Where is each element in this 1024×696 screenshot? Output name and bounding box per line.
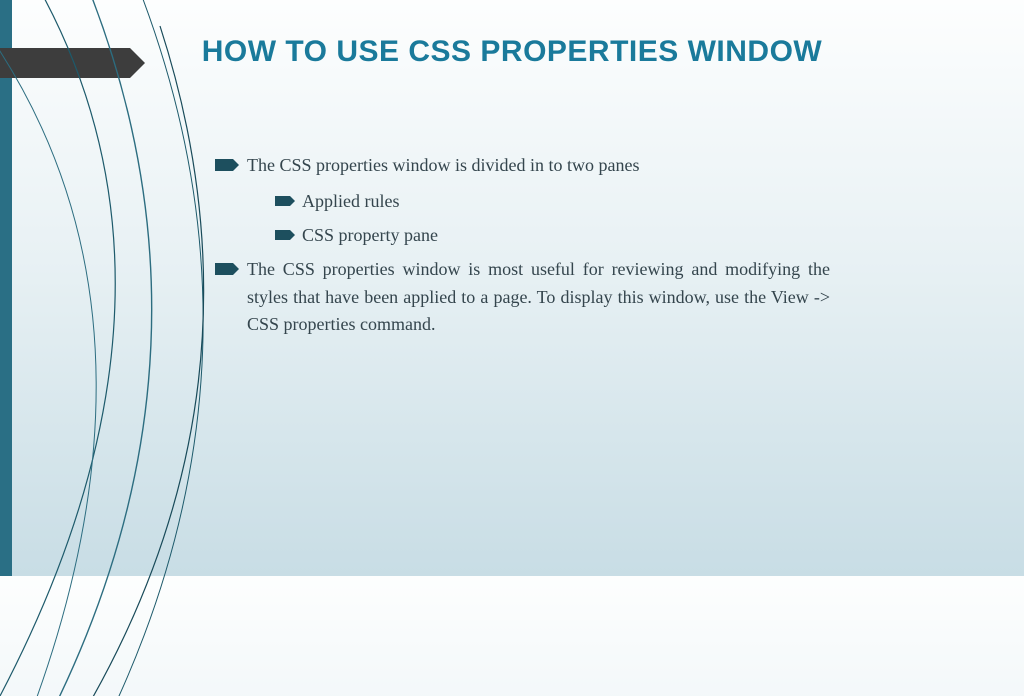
bullet-text: The CSS properties window is most useful… [247,256,830,340]
ribbon-bullet-icon [215,159,233,171]
bullet-text: CSS property pane [302,222,830,250]
left-accent-bar [0,0,12,576]
bullet-level2: Applied rules [275,188,830,216]
bullet-text: The CSS properties window is divided in … [247,152,830,180]
bullet-level1: The CSS properties window is most useful… [215,256,830,340]
slide-body: The CSS properties window is divided in … [215,152,830,347]
bullet-level2: CSS property pane [275,222,830,250]
bullet-level1: The CSS properties window is divided in … [215,152,830,180]
ribbon-bullet-icon [275,196,290,206]
decorative-curves [0,0,380,696]
ribbon-bullet-icon [275,230,290,240]
bullet-text: Applied rules [302,188,830,216]
ribbon-bullet-icon [215,263,233,275]
slide-title: HOW TO USE CSS PROPERTIES WINDOW [0,32,1024,73]
